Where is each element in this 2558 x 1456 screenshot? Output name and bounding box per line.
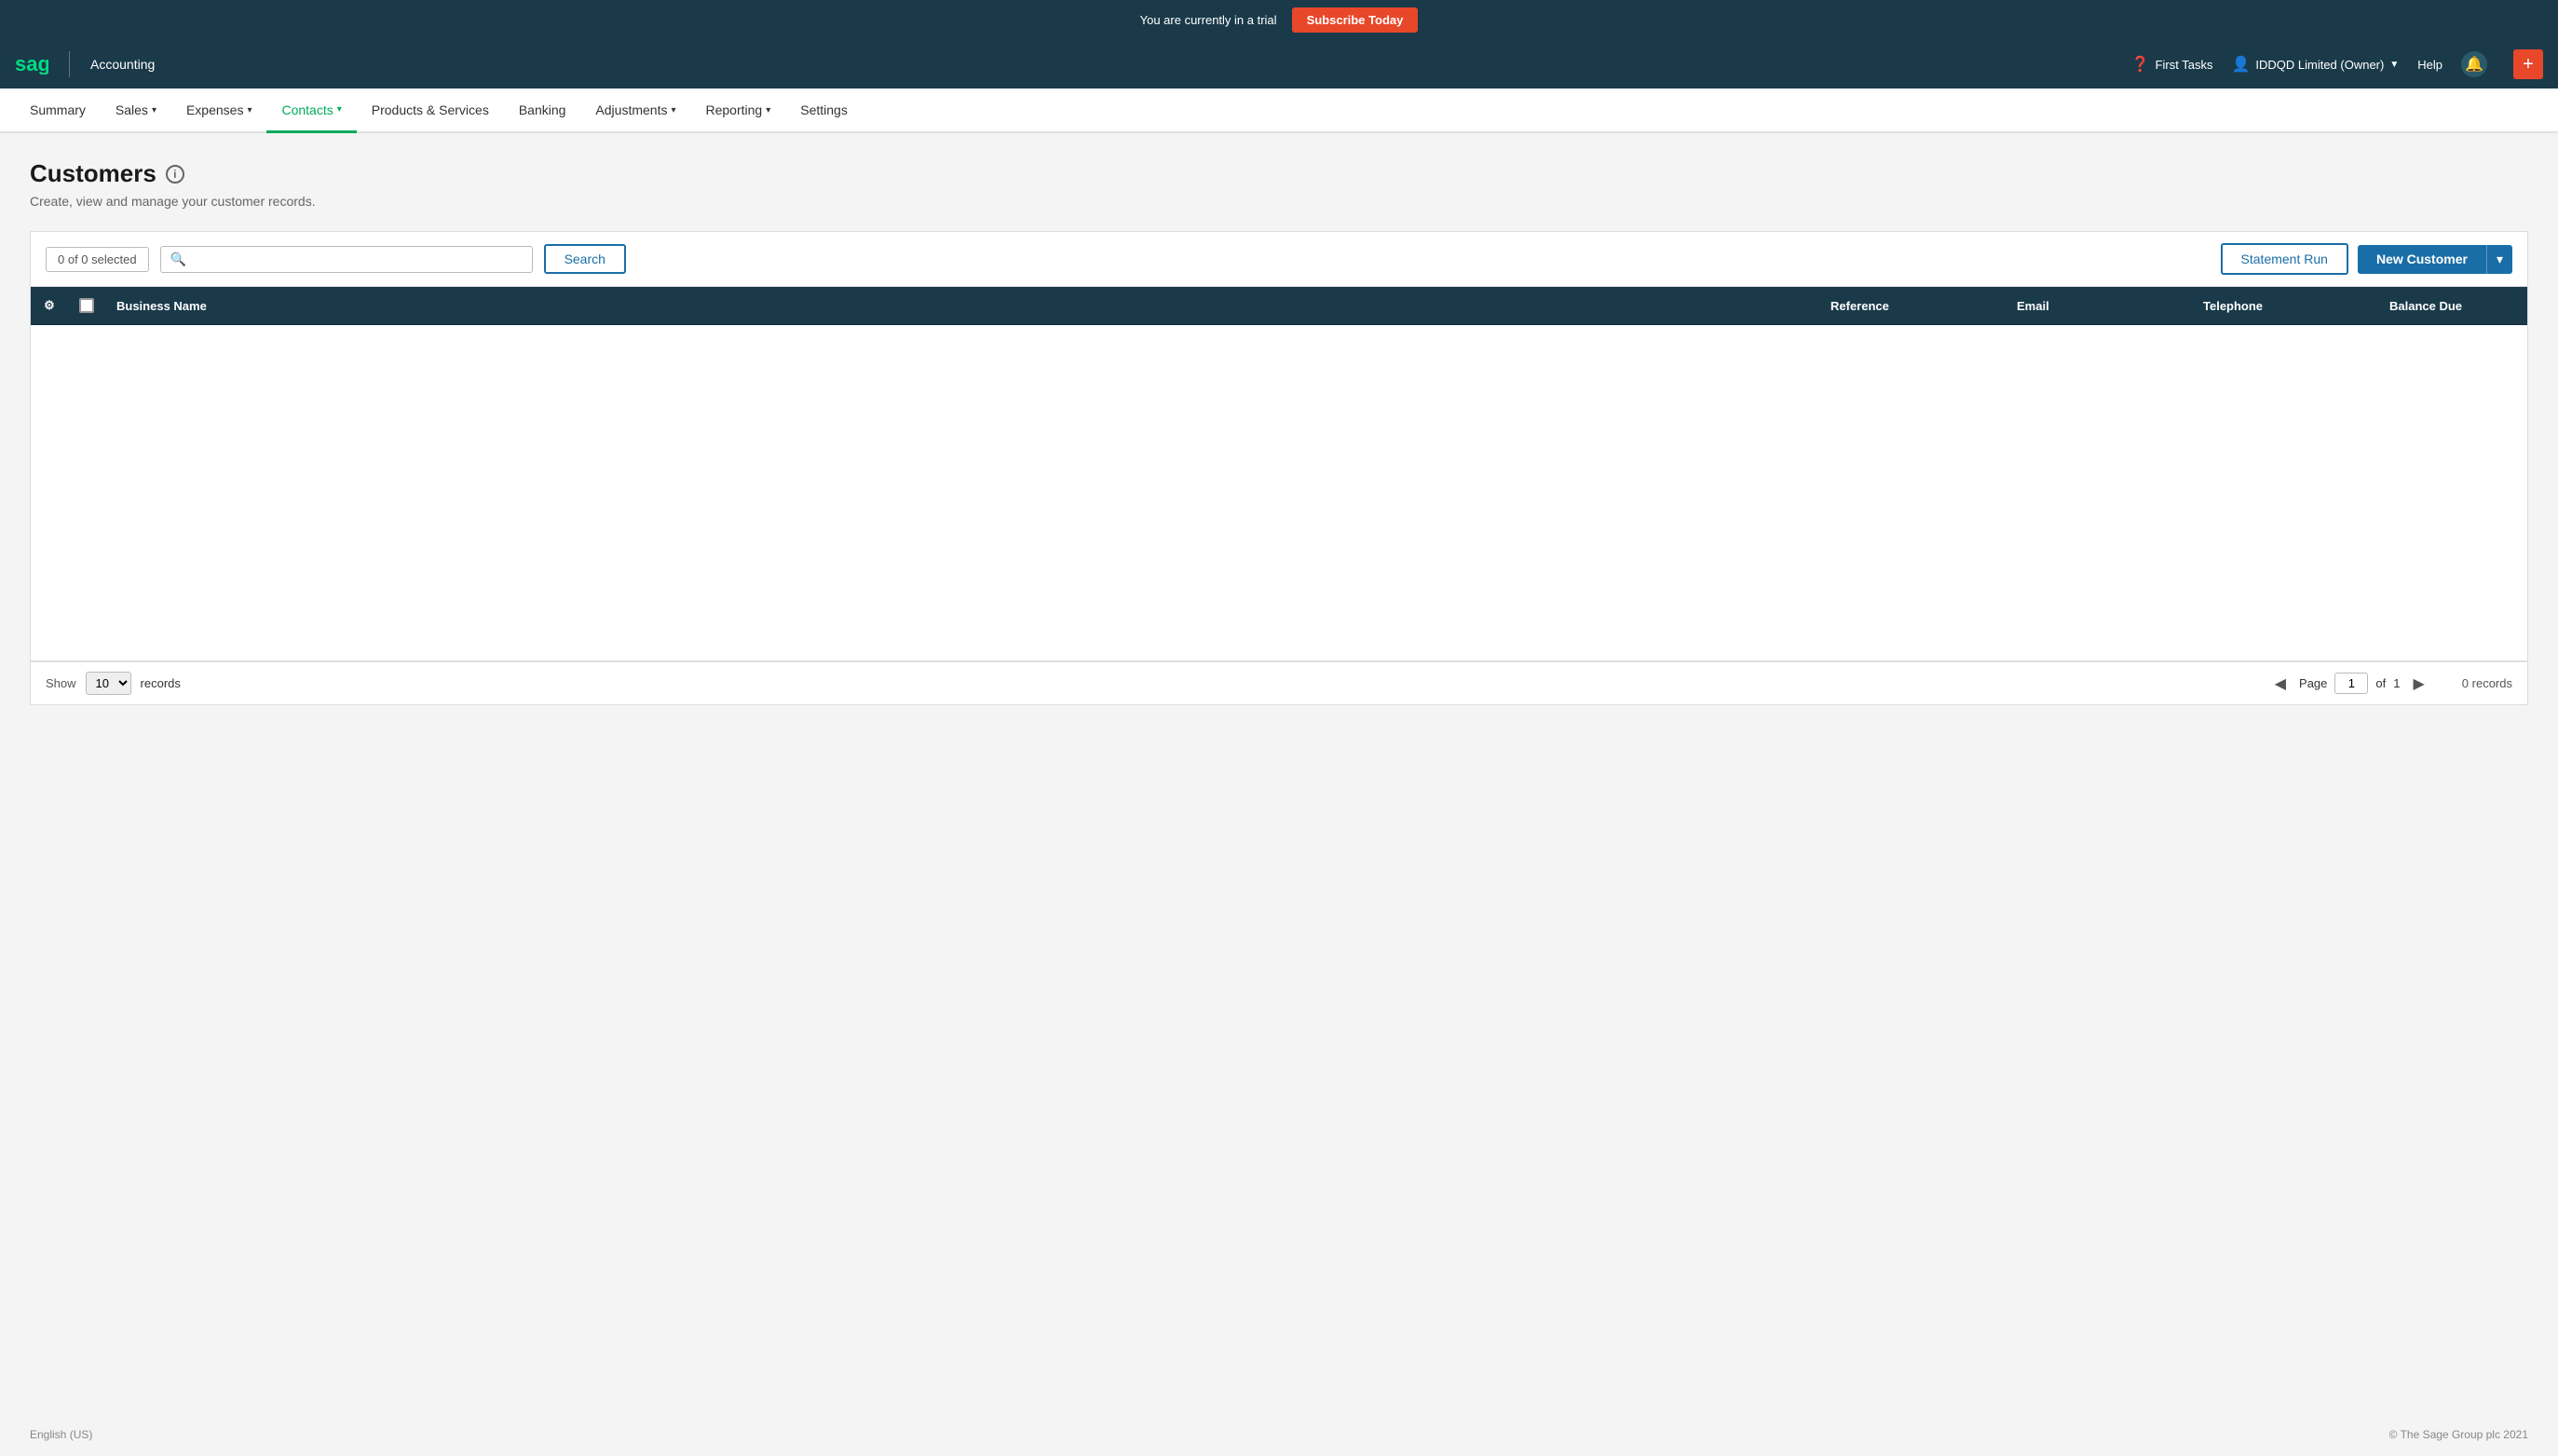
nav-item-products-services[interactable]: Products & Services [357, 88, 504, 133]
chevron-down-icon: ▾ [2497, 252, 2503, 266]
question-circle-icon: ❓ [2131, 55, 2150, 74]
page-title: Customers [30, 159, 156, 188]
user-account-label: IDDQD Limited (Owner) [2255, 58, 2384, 72]
nav-item-contacts[interactable]: Contacts ▾ [266, 88, 356, 133]
nav-adjustments-label: Adjustments [595, 102, 667, 117]
search-button[interactable]: Search [544, 244, 626, 274]
nav-reporting-label: Reporting [706, 102, 763, 117]
trial-banner: You are currently in a trial Subscribe T… [0, 0, 2558, 40]
total-pages: 1 [2393, 676, 2400, 690]
nav-item-settings[interactable]: Settings [785, 88, 863, 133]
new-customer-button-group: New Customer ▾ [2358, 245, 2512, 274]
chevron-down-icon: ▼ [2389, 60, 2399, 70]
sage-logo: sage [15, 54, 48, 75]
new-customer-dropdown-button[interactable]: ▾ [2486, 245, 2512, 274]
nav-item-adjustments[interactable]: Adjustments ▾ [580, 88, 690, 133]
first-tasks-button[interactable]: ❓ First Tasks [2131, 55, 2213, 74]
statement-run-button[interactable]: Statement Run [2221, 243, 2348, 275]
nav-products-label: Products & Services [372, 102, 489, 117]
records-label: records [141, 676, 181, 690]
chevron-down-icon: ▾ [337, 104, 342, 115]
page-header: Customers i Create, view and manage your… [30, 159, 2528, 209]
subscribe-button[interactable]: Subscribe Today [1292, 7, 1419, 33]
customers-table: ⚙ Business Name Reference Email Telephon… [30, 286, 2528, 661]
records-per-page-select[interactable]: 10 25 50 [86, 672, 131, 695]
logo-divider [69, 51, 70, 77]
table-col-balance-due: Balance Due [2378, 287, 2527, 324]
nav-item-banking[interactable]: Banking [504, 88, 581, 133]
pagination-bar: Show 10 25 50 records ◀ Page of 1 ▶ 0 re… [30, 661, 2528, 705]
app-name: Accounting [90, 57, 155, 72]
table-header: ⚙ Business Name Reference Email Telephon… [31, 287, 2527, 325]
search-input[interactable] [194, 252, 523, 266]
table-col-telephone: Telephone [2192, 287, 2378, 324]
nav-contacts-label: Contacts [281, 102, 333, 117]
user-icon: 👤 [2231, 55, 2250, 74]
copyright-label: © The Sage Group plc 2021 [2389, 1428, 2528, 1441]
table-col-email: Email [2006, 287, 2192, 324]
notifications-button[interactable]: 🔔 [2461, 51, 2487, 77]
nav-item-expenses[interactable]: Expenses ▾ [171, 88, 267, 133]
nav-expenses-label: Expenses [186, 102, 243, 117]
page-footer: English (US) © The Sage Group plc 2021 [0, 1413, 2558, 1456]
main-navbar: Summary Sales ▾ Expenses ▾ Contacts ▾ Pr… [0, 88, 2558, 133]
search-icon: 🔍 [170, 252, 186, 267]
locale-label: English (US) [30, 1428, 92, 1441]
nav-item-sales[interactable]: Sales ▾ [101, 88, 171, 133]
next-page-button[interactable]: ▶ [2407, 673, 2429, 695]
nav-sales-label: Sales [116, 102, 148, 117]
nav-item-reporting[interactable]: Reporting ▾ [691, 88, 786, 133]
chevron-down-icon: ▾ [247, 105, 252, 116]
nav-summary-label: Summary [30, 102, 86, 117]
table-col-business-name: Business Name [105, 287, 1819, 324]
nav-banking-label: Banking [519, 102, 566, 117]
bell-icon: 🔔 [2465, 55, 2483, 74]
nav-settings-label: Settings [800, 102, 848, 117]
page-label: Page [2299, 676, 2327, 690]
selected-count-badge: 0 of 0 selected [46, 247, 149, 272]
table-col-reference: Reference [1819, 287, 2006, 324]
table-header-checkbox[interactable] [68, 287, 105, 324]
quick-add-button[interactable]: + [2513, 49, 2543, 79]
new-customer-button[interactable]: New Customer [2358, 245, 2486, 274]
trial-text: You are currently in a trial [1140, 13, 1277, 27]
gear-icon[interactable]: ⚙ [44, 298, 55, 313]
info-icon[interactable]: i [166, 165, 184, 184]
of-label: of [2375, 676, 2386, 690]
first-tasks-label: First Tasks [2156, 58, 2213, 72]
search-box: 🔍 [160, 246, 533, 273]
page-title-row: Customers i [30, 159, 2528, 188]
page-subtitle: Create, view and manage your customer re… [30, 194, 2528, 209]
page-number-input[interactable] [2334, 673, 2368, 694]
chevron-down-icon: ▾ [152, 105, 156, 116]
user-account-button[interactable]: 👤 IDDQD Limited (Owner) ▼ [2231, 55, 2399, 74]
records-count: 0 records [2462, 676, 2512, 690]
page-navigation: ◀ Page of 1 ▶ [2269, 673, 2430, 695]
svg-text:sage: sage [15, 54, 48, 75]
table-body [31, 325, 2527, 660]
top-navbar: sage Accounting ❓ First Tasks 👤 IDDQD Li… [0, 40, 2558, 88]
chevron-down-icon: ▾ [671, 105, 675, 116]
top-nav-right: ❓ First Tasks 👤 IDDQD Limited (Owner) ▼ … [2131, 49, 2543, 79]
page-content: Customers i Create, view and manage your… [0, 133, 2558, 1413]
chevron-down-icon: ▾ [766, 105, 770, 116]
table-header-gear[interactable]: ⚙ [31, 287, 68, 324]
select-all-checkbox[interactable] [79, 298, 94, 313]
help-link[interactable]: Help [2417, 58, 2442, 72]
nav-item-summary[interactable]: Summary [15, 88, 101, 133]
toolbar-right: Statement Run New Customer ▾ [2221, 243, 2512, 275]
show-label: Show [46, 676, 76, 690]
toolbar: 0 of 0 selected 🔍 Search Statement Run N… [30, 231, 2528, 286]
prev-page-button[interactable]: ◀ [2269, 673, 2292, 695]
